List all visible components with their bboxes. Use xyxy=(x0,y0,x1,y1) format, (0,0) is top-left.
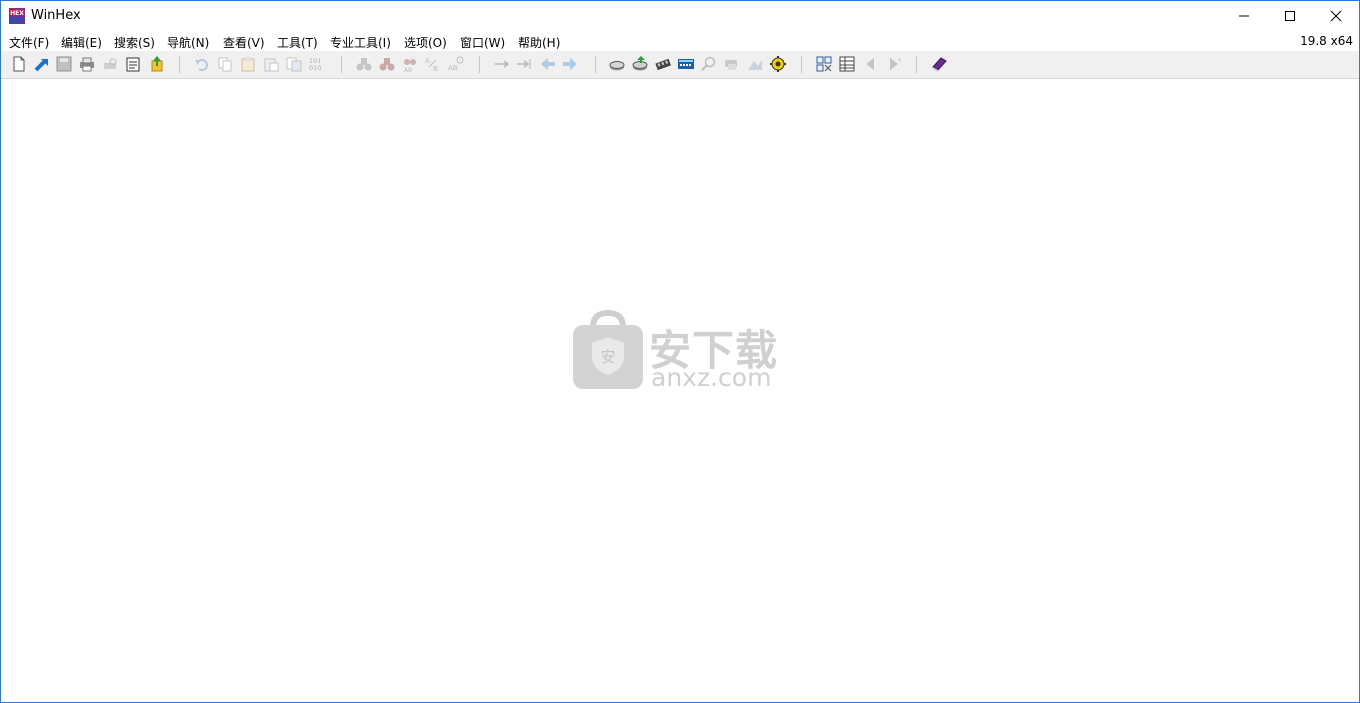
replace-hex-icon[interactable]: AB xyxy=(424,55,442,73)
minimize-button[interactable] xyxy=(1221,1,1267,31)
replace-icon[interactable]: AB xyxy=(401,55,419,73)
print-preview-icon[interactable] xyxy=(101,55,119,73)
svg-text:HEX: HEX xyxy=(10,10,24,17)
menu-edit[interactable]: 编辑(E) xyxy=(61,34,102,51)
toolbar-separator xyxy=(479,56,480,73)
svg-text:AB: AB xyxy=(448,64,458,72)
minimize-icon xyxy=(1239,15,1249,17)
menu-navigation[interactable]: 导航(N) xyxy=(167,34,209,51)
toolbar-separator xyxy=(179,56,180,73)
menu-bar: 文件(F) 编辑(E) 搜索(S) 导航(N) 查看(V) 工具(T) 专业工具… xyxy=(1,31,1359,51)
properties-icon[interactable] xyxy=(124,55,142,73)
paste-special-icon[interactable] xyxy=(285,55,303,73)
wipe-icon[interactable] xyxy=(746,55,764,73)
app-window: HEX WinHex 文件(F) 编辑(E) 搜索(S) 导航(N) 查看(V)… xyxy=(0,0,1360,703)
hash-icon[interactable] xyxy=(723,55,741,73)
help-book-icon[interactable] xyxy=(930,55,948,73)
save-icon[interactable] xyxy=(55,55,73,73)
data-interpreter-icon[interactable] xyxy=(838,55,856,73)
find-icon[interactable] xyxy=(355,55,373,73)
svg-text:AB: AB xyxy=(404,67,412,73)
analyze-icon[interactable] xyxy=(700,55,718,73)
menu-options[interactable]: 选项(O) xyxy=(404,34,447,51)
binary-icon[interactable]: 101010 xyxy=(308,55,326,73)
maximize-icon xyxy=(1285,11,1295,21)
open-disk-icon[interactable] xyxy=(608,55,626,73)
winhex-app-icon: HEX xyxy=(9,8,25,24)
toolbar-separator xyxy=(801,56,802,73)
new-file-icon[interactable] xyxy=(10,55,28,73)
window-title: WinHex xyxy=(31,8,81,23)
close-button[interactable] xyxy=(1313,1,1359,31)
view-mode-icon[interactable] xyxy=(815,55,833,73)
menu-view[interactable]: 查看(V) xyxy=(223,34,265,51)
workspace: 安 安下载 anxz.com xyxy=(1,79,1359,702)
svg-text:010: 010 xyxy=(309,64,321,72)
shield-bag-icon: 安 xyxy=(573,309,643,389)
copy-icon[interactable] xyxy=(216,55,234,73)
prev-window-icon[interactable] xyxy=(861,55,879,73)
close-icon xyxy=(1330,10,1342,22)
toolbar-separator xyxy=(595,56,596,73)
cut-icon[interactable] xyxy=(239,55,257,73)
title-bar: HEX WinHex xyxy=(1,1,1359,31)
paste-icon[interactable] xyxy=(262,55,280,73)
print-icon[interactable] xyxy=(78,55,96,73)
calculator-icon[interactable] xyxy=(677,55,695,73)
maximize-button[interactable] xyxy=(1267,1,1313,31)
toolbar-separator xyxy=(341,56,342,73)
svg-text:B: B xyxy=(433,65,438,73)
version-label: 19.8 x64 xyxy=(1300,34,1353,48)
menu-specialist-tools[interactable]: 专业工具(I) xyxy=(330,34,391,51)
find-text-icon[interactable]: AB xyxy=(447,55,465,73)
ram-editor-icon[interactable] xyxy=(654,55,672,73)
open-disk-image-icon[interactable] xyxy=(631,55,649,73)
menu-tools[interactable]: 工具(T) xyxy=(277,34,318,51)
watermark-domain: anxz.com xyxy=(651,363,772,392)
go-to-sector-icon[interactable] xyxy=(515,55,533,73)
menu-window[interactable]: 窗口(W) xyxy=(460,34,505,51)
find-hex-icon[interactable] xyxy=(378,55,396,73)
back-icon[interactable] xyxy=(539,55,557,73)
svg-text:+: + xyxy=(897,57,902,64)
upload-icon[interactable] xyxy=(148,55,166,73)
menu-help[interactable]: 帮助(H) xyxy=(518,34,560,51)
menu-search[interactable]: 搜索(S) xyxy=(114,34,155,51)
toolbar: 101 010 AB AB AB + xyxy=(1,51,1359,79)
open-file-icon[interactable] xyxy=(33,55,51,73)
undo-icon[interactable] xyxy=(193,55,211,73)
menu-file[interactable]: 文件(F) xyxy=(9,34,49,51)
forward-icon[interactable] xyxy=(561,55,579,73)
next-window-icon[interactable]: + xyxy=(885,55,903,73)
go-to-offset-icon[interactable] xyxy=(493,55,511,73)
toolbar-separator xyxy=(916,56,917,73)
watermark: 安 安下载 anxz.com xyxy=(571,309,791,395)
svg-text:A: A xyxy=(425,57,430,65)
tools-icon[interactable] xyxy=(769,55,787,73)
svg-text:安: 安 xyxy=(600,348,615,366)
